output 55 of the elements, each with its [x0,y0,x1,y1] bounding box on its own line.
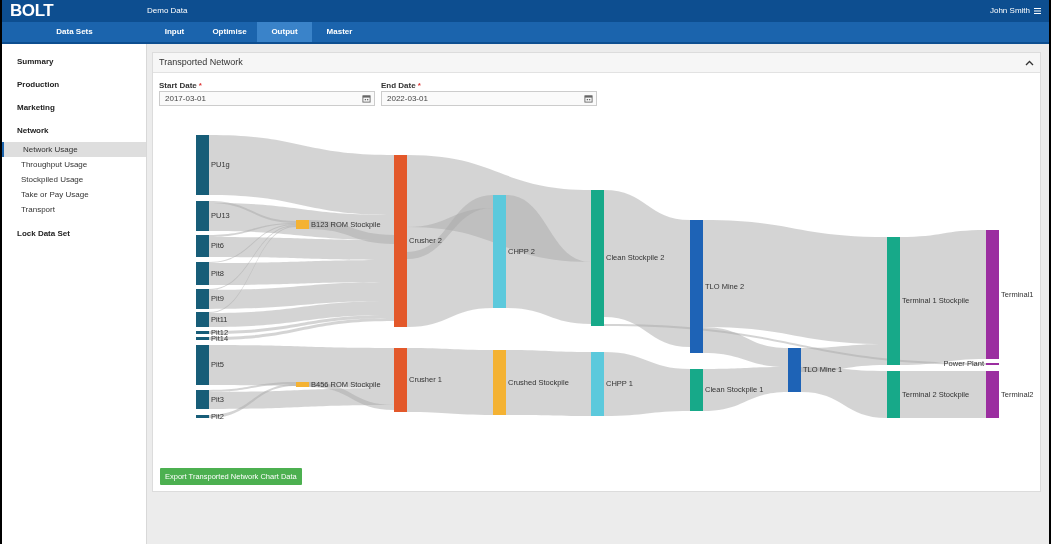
nav-tab[interactable]: Input [147,22,202,42]
calendar-icon[interactable] [584,94,593,103]
sidebar-item[interactable]: Lock Data Set [2,228,146,240]
sankey-node[interactable] [196,331,209,334]
sankey-node[interactable] [296,382,309,387]
calendar-icon[interactable] [362,94,371,103]
sankey-node[interactable] [887,237,900,365]
sankey-node[interactable] [196,262,209,285]
sankey-node[interactable] [196,289,209,309]
nav-tab[interactable]: Optimise [202,22,257,42]
logo[interactable]: BOLT [2,0,147,24]
nav-tab[interactable]: Output [257,22,312,42]
dataset-name: Demo Data [147,5,188,17]
sankey-node[interactable] [196,415,209,418]
sankey-node[interactable] [986,371,999,418]
sidebar-subitem[interactable]: Stockpiled Usage [2,172,146,187]
panel-title: Transported Network [159,55,243,69]
chevron-up-icon[interactable] [1025,59,1034,66]
required-mark: * [198,80,202,91]
sankey-node[interactable] [690,369,703,411]
sankey-node[interactable] [296,220,309,229]
sankey-node[interactable] [493,350,506,415]
date-field[interactable]: 2022-03-01 [381,91,597,106]
field-label: End Date [381,80,416,91]
sankey-node[interactable] [591,190,604,326]
sankey-node[interactable] [394,155,407,327]
sidebar-item[interactable]: Marketing [2,102,146,114]
sankey-node[interactable] [196,345,209,385]
sidebar-item[interactable]: Summary [2,56,146,68]
sankey-node[interactable] [196,312,209,327]
field-label: Start Date [159,80,197,91]
sankey-node[interactable] [690,220,703,353]
sidebar-item[interactable]: Network [2,125,146,137]
sankey-node[interactable] [788,348,801,392]
sankey-node[interactable] [591,352,604,416]
sankey-node[interactable] [196,235,209,257]
sidebar-subitem[interactable]: Throughput Usage [2,157,146,172]
sankey-node[interactable] [887,371,900,418]
nav-section[interactable]: Data Sets [2,22,147,42]
sidebar-subitem[interactable]: Take or Pay Usage [2,187,146,202]
sidebar-subitem[interactable]: Network Usage [2,142,146,157]
sankey-node[interactable] [493,195,506,308]
user-name[interactable]: John Smith [989,5,1030,17]
date-field[interactable]: 2017-03-01 [159,91,375,106]
sankey-node[interactable] [196,201,209,231]
sankey-node[interactable] [196,135,209,195]
sankey-node[interactable] [986,230,999,359]
sankey-node[interactable] [196,337,209,340]
menu-icon[interactable] [1034,8,1041,14]
sankey-node[interactable] [394,348,407,412]
sidebar-item[interactable]: Production [2,79,146,91]
sidebar-subitem[interactable]: Transport [2,202,146,217]
required-mark: * [417,80,421,91]
nav-tab[interactable]: Master [312,22,367,42]
sankey-node[interactable] [196,390,209,409]
